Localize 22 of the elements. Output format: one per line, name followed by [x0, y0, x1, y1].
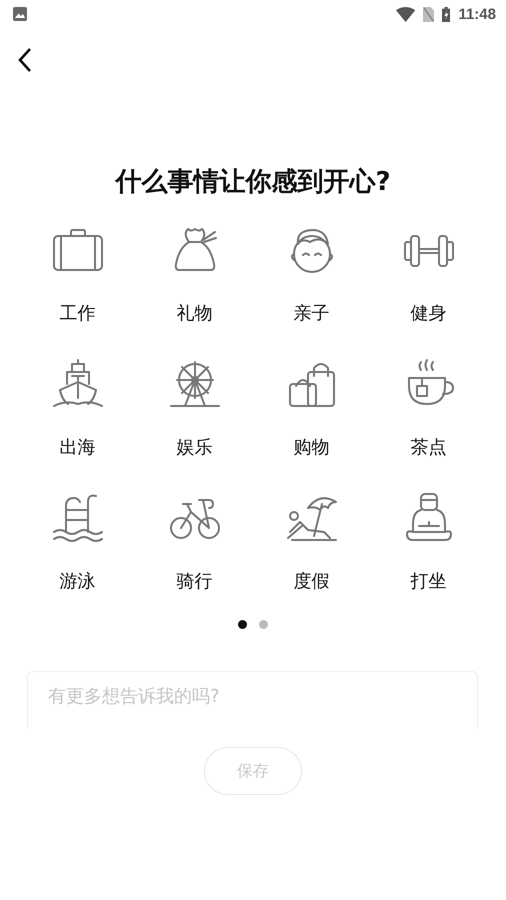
category-option[interactable]: 度假 — [253, 492, 370, 594]
gallery-icon — [13, 7, 27, 21]
ship-icon — [52, 358, 104, 410]
category-option[interactable]: 骑行 — [136, 492, 253, 594]
wifi-icon — [396, 6, 415, 22]
question-title: 什么事情让你感到开心? — [114, 166, 392, 199]
note-field[interactable]: 有更多想告诉我的吗? — [27, 671, 478, 729]
category-option[interactable]: 健身 — [370, 224, 487, 326]
category-option[interactable]: 茶点 — [370, 358, 487, 460]
category-option[interactable]: 娱乐 — [136, 358, 253, 460]
category-option[interactable]: 亲子 — [253, 224, 370, 326]
category-option[interactable]: 游泳 — [19, 492, 136, 594]
category-option[interactable]: 打坐 — [370, 492, 487, 594]
no-sim-icon — [422, 6, 434, 22]
status-time: 11:48 — [458, 6, 496, 22]
category-option[interactable]: 礼物 — [136, 224, 253, 326]
category-option[interactable]: 购物 — [253, 358, 370, 460]
battery-charging-icon — [442, 6, 450, 22]
category-option[interactable]: 工作 — [19, 224, 136, 326]
pool-ladder-icon — [52, 492, 104, 544]
category-option[interactable]: 出海 — [19, 358, 136, 460]
ferris-wheel-icon — [168, 358, 220, 410]
